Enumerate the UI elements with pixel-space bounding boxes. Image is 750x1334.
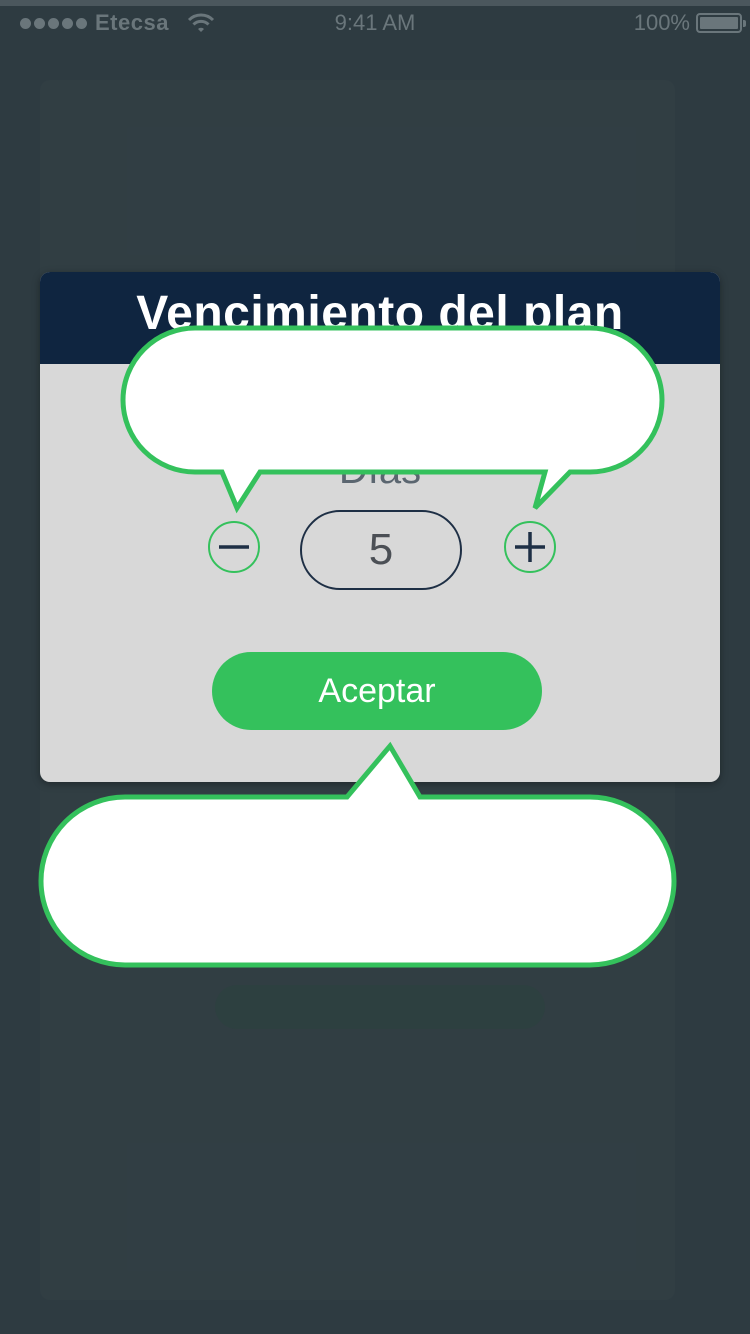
- battery-status: 100%: [633, 10, 746, 36]
- minus-icon: [219, 545, 249, 549]
- dialog-header: Vencimiento del plan: [40, 272, 720, 364]
- decrement-button[interactable]: [208, 521, 260, 573]
- battery-percentage: 100%: [633, 10, 690, 35]
- accept-button[interactable]: Aceptar: [212, 652, 542, 730]
- days-value-field[interactable]: 5: [300, 510, 462, 590]
- dialog-title: Vencimiento del plan: [136, 287, 624, 340]
- app-screen: Etecsa 9:41 AM 100% Vencimiento del plan…: [0, 0, 750, 1334]
- status-bar: Etecsa 9:41 AM 100%: [0, 6, 750, 40]
- battery-icon: [696, 13, 746, 33]
- increment-button[interactable]: [504, 521, 556, 573]
- plan-expiry-dialog: Vencimiento del plan Días 5 Aceptar: [40, 272, 720, 782]
- background-button: [215, 985, 545, 1029]
- days-label: Días: [338, 448, 422, 492]
- plus-icon: [515, 532, 545, 562]
